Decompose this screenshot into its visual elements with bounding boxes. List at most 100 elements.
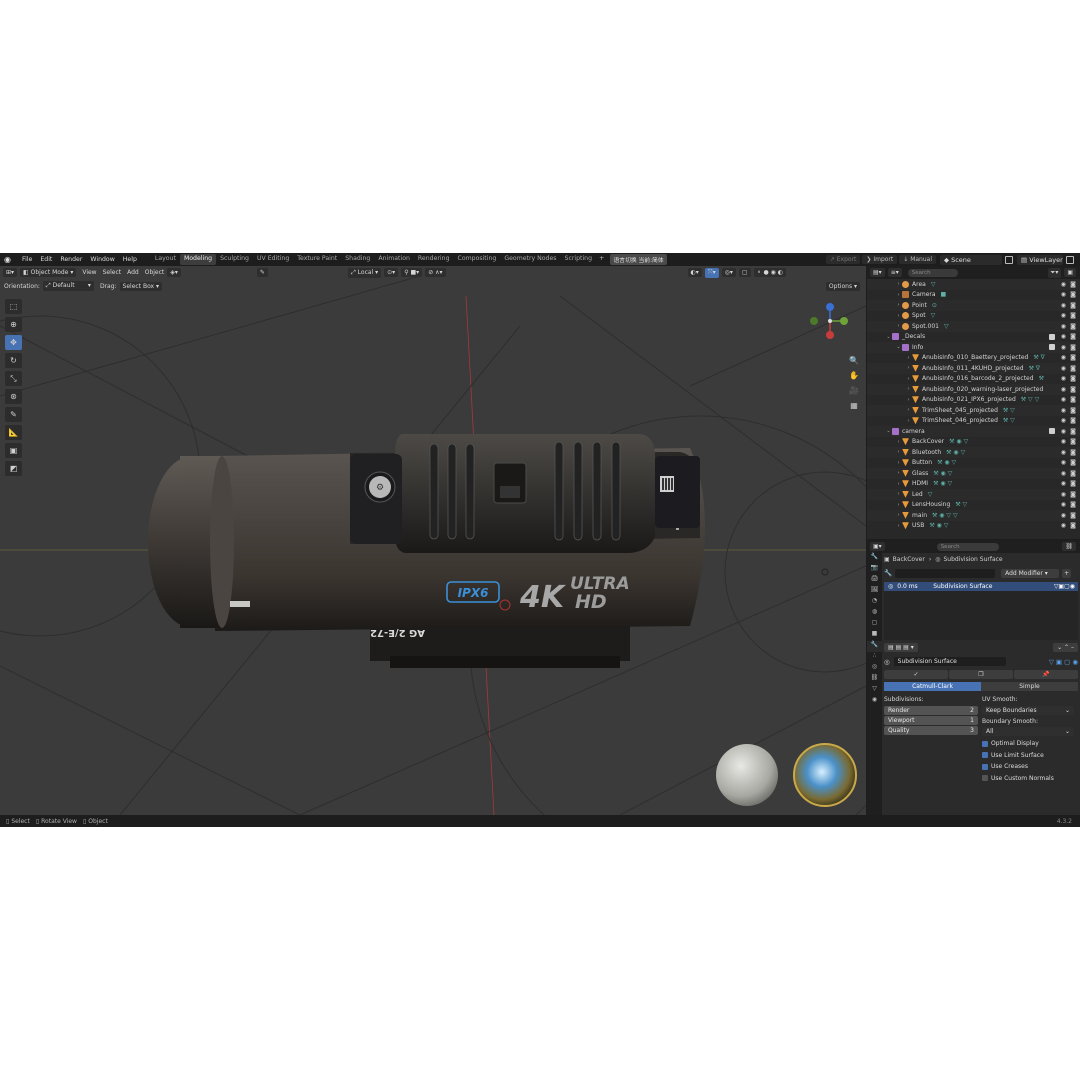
camera-render-icon[interactable]: ◙ xyxy=(1070,407,1076,414)
stack-toggle-icons[interactable]: ▽▣▢◉ xyxy=(1054,583,1075,590)
collection-tab-icon[interactable]: ▢ xyxy=(867,619,882,630)
apply-check-icon[interactable]: ✓ xyxy=(884,670,948,679)
editor-type-icon[interactable]: ⊞▾ xyxy=(3,268,18,277)
eye-icon[interactable]: ◉ xyxy=(1061,480,1066,487)
snap-icon[interactable]: ⚲ ■▾ xyxy=(401,268,423,277)
outliner-row[interactable]: › Area ▽ ◉ ◙ xyxy=(867,279,1080,290)
filter-icon[interactable]: ⏷▾ xyxy=(1047,267,1062,278)
tab-compositing[interactable]: Compositing xyxy=(454,254,501,265)
outliner-row[interactable]: › AnubisInfo_010_Baettery_projected ⚒ ∇ ◉ ◙ xyxy=(867,353,1080,364)
outliner-row[interactable]: › HDMI ⚒ ◉ ▽ ◉ ◙ xyxy=(867,479,1080,490)
boundary-smooth-dropdown[interactable]: All ⌄ xyxy=(982,727,1074,736)
overlay-toggle-icon[interactable]: ◎▾ xyxy=(721,268,736,277)
expand-right-icon[interactable]: › xyxy=(895,281,902,287)
expand-right-icon[interactable]: › xyxy=(895,313,902,319)
3d-viewport[interactable]: ⚙ IPX6 4K ULTRA HD AG 2/E-72 ⊞▾ ◧ Object… xyxy=(0,266,866,815)
scale-tool-icon[interactable]: ⤡ xyxy=(5,371,22,386)
eye-icon[interactable]: ◉ xyxy=(1061,501,1066,508)
expand-down-icon[interactable]: ⌄ xyxy=(895,344,902,350)
expand-right-icon[interactable]: › xyxy=(905,397,912,403)
duplicate-icon[interactable]: ❐ xyxy=(949,670,1013,679)
outliner-row[interactable]: ⌄ _Decals ◉ ◙ xyxy=(867,332,1080,343)
outliner-row[interactable]: › Camera ■ ◉ ◙ xyxy=(867,290,1080,301)
camera-render-icon[interactable]: ◙ xyxy=(1070,386,1076,393)
new-view-layer-icon[interactable] xyxy=(1066,255,1074,264)
eye-icon[interactable]: ◉ xyxy=(1061,291,1066,298)
measure-tool-icon[interactable]: 📐 xyxy=(5,425,22,440)
pin-modifier-icon[interactable]: 📌 xyxy=(1014,670,1078,679)
modifier-tab-icon[interactable]: 🔧 xyxy=(867,641,882,652)
expand-right-icon[interactable]: › xyxy=(895,449,902,455)
eye-icon[interactable]: ◉ xyxy=(1061,375,1066,382)
extra-tool-icon[interactable]: ◩ xyxy=(5,461,22,476)
outliner-row[interactable]: › USB ⚒ ◉ ▽ ◉ ◙ xyxy=(867,521,1080,532)
outliner-row[interactable]: ⌄ camera ◉ ◙ xyxy=(867,426,1080,437)
camera-render-icon[interactable]: ◙ xyxy=(1070,438,1076,445)
expand-right-icon[interactable]: › xyxy=(895,481,902,487)
output-tab-icon[interactable]: 🖨 xyxy=(867,575,882,586)
tab-texture-paint[interactable]: Texture Paint xyxy=(293,254,341,265)
import-button[interactable]: ❯ Import xyxy=(862,255,898,264)
eye-icon[interactable]: ◉ xyxy=(1061,386,1066,393)
eye-icon[interactable]: ◉ xyxy=(1061,323,1066,330)
view-layer-selector[interactable]: ▤ ViewLayer xyxy=(1017,254,1063,265)
exclude-checkbox[interactable] xyxy=(1049,428,1055,435)
camera-render-icon[interactable]: ◙ xyxy=(1070,354,1076,361)
eye-icon[interactable]: ◉ xyxy=(1061,396,1066,403)
quality-field[interactable]: Quality 3 xyxy=(884,726,978,735)
manual-button[interactable]: ↓ Manual xyxy=(899,255,936,264)
scene-tab-icon[interactable]: ◔ xyxy=(867,597,882,608)
outliner-row[interactable]: › TrimSheet_045_projected ⚒ ▽ ◉ ◙ xyxy=(867,405,1080,416)
outliner-row[interactable]: › Button ⚒ ◉ ▽ ◉ ◙ xyxy=(867,458,1080,469)
camera-render-icon[interactable]: ◙ xyxy=(1070,459,1076,466)
add-icon[interactable]: + xyxy=(1062,568,1072,578)
outliner-editor-type-icon[interactable]: ▤▾ xyxy=(870,268,885,277)
camera-render-icon[interactable]: ◙ xyxy=(1070,470,1076,477)
outliner-row[interactable]: ⌄ Info ◉ ◙ xyxy=(867,342,1080,353)
expand-right-icon[interactable]: › xyxy=(905,386,912,392)
tab-shading[interactable]: Shading xyxy=(341,254,374,265)
outliner-row[interactable]: › AnubisInfo_021_IPX6_projected ⚒ ▽ ▽ ◉ ◙ xyxy=(867,395,1080,406)
eye-icon[interactable]: ◉ xyxy=(1061,438,1066,445)
drag-selector[interactable]: Select Box ▾ xyxy=(119,281,163,291)
exclude-checkbox[interactable] xyxy=(1049,333,1055,340)
particles-tab-icon[interactable]: ∴ xyxy=(867,652,882,663)
eye-icon[interactable]: ◉ xyxy=(1061,302,1066,309)
stack-move-icons[interactable]: ⌄ ⌃ – xyxy=(1053,643,1078,652)
outliner-row[interactable]: › LensHousing ⚒ ▽ ◉ ◙ xyxy=(867,500,1080,511)
menu-render[interactable]: Render xyxy=(56,256,86,263)
outliner-row[interactable]: › Led ▽ ◉ ◙ xyxy=(867,489,1080,500)
outliner-search-input[interactable]: Search xyxy=(907,268,958,277)
modifier-visibility-icons[interactable]: ▽ ▣ ▢ ◉ xyxy=(1049,658,1078,666)
zoom-icon[interactable]: 🔍 xyxy=(848,356,860,371)
eye-icon[interactable]: ◉ xyxy=(1061,522,1066,529)
new-collection-icon[interactable]: ▣ xyxy=(1064,268,1076,277)
menu-object[interactable]: Object xyxy=(145,269,165,276)
eye-icon[interactable]: ◉ xyxy=(1061,459,1066,466)
expand-down-icon[interactable]: ⌄ xyxy=(885,334,892,340)
expand-right-icon[interactable]: › xyxy=(895,323,902,329)
eye-icon[interactable]: ◉ xyxy=(1061,428,1066,435)
checkbox[interactable] xyxy=(982,763,988,770)
add-workspace-icon[interactable]: + xyxy=(596,254,607,265)
expand-right-icon[interactable]: › xyxy=(895,512,902,518)
menu-select[interactable]: Select xyxy=(103,269,122,276)
transform-tool-icon[interactable]: ⊛ xyxy=(5,389,22,404)
world-tab-icon[interactable]: ◍ xyxy=(867,608,882,619)
camera-render-icon[interactable]: ◙ xyxy=(1070,522,1076,529)
camera-render-icon[interactable]: ◙ xyxy=(1070,291,1076,298)
shading-modes-icon[interactable]: ⚬ ● ◉ ◐ xyxy=(753,268,786,277)
eye-icon[interactable]: ◉ xyxy=(1061,365,1066,372)
rotate-tool-icon[interactable]: ↻ xyxy=(5,353,22,368)
menu-add[interactable]: Add xyxy=(127,269,139,276)
annotate-tool-icon[interactable]: ✎ xyxy=(5,407,22,422)
expand-right-icon[interactable]: › xyxy=(895,523,902,529)
tab-layout[interactable]: Layout xyxy=(151,254,180,265)
options-button[interactable]: Options ▾ xyxy=(825,281,860,291)
expand-right-icon[interactable]: › xyxy=(905,365,912,371)
properties-editor-type-icon[interactable]: ▣▾ xyxy=(870,542,885,551)
eye-icon[interactable]: ◉ xyxy=(1061,312,1066,319)
eye-icon[interactable]: ◉ xyxy=(1061,512,1066,519)
catmull-clark-option[interactable]: Catmull-Clark xyxy=(884,682,981,691)
outliner-row[interactable]: › Spot ▽ ◉ ◙ xyxy=(867,311,1080,322)
